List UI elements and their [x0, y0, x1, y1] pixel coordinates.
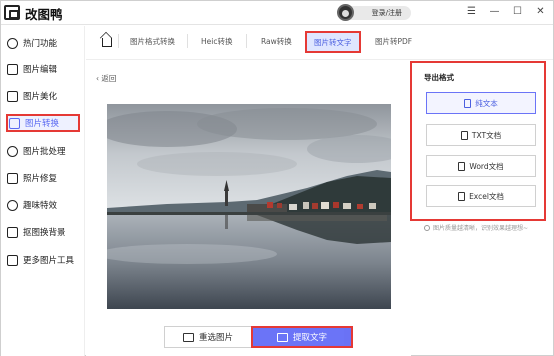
more-tools-icon — [7, 254, 18, 266]
tab-heic-convert[interactable]: Heic转换 — [201, 36, 232, 47]
sidebar-item-image-beautify[interactable]: 图片美化 — [7, 87, 57, 105]
image-edit-icon — [7, 63, 18, 75]
info-icon — [424, 224, 430, 231]
format-option-plain-text[interactable]: 纯文本 — [426, 92, 536, 114]
extract-icon — [276, 332, 288, 342]
reselect-image-button[interactable]: 重选图片 — [164, 326, 252, 348]
tab-raw-convert[interactable]: Raw转换 — [261, 36, 292, 47]
hot-icon — [7, 37, 18, 49]
format-option-label: Word文档 — [469, 161, 504, 171]
cutout-icon — [7, 226, 18, 238]
excel-file-icon — [458, 191, 466, 201]
app-title: 改图鸭 — [25, 7, 63, 22]
image-beautify-icon — [7, 90, 18, 102]
format-option-label: TXT文档 — [471, 130, 502, 140]
sidebar-item-hot[interactable]: 热门功能 — [7, 34, 57, 52]
quality-note-text: 图片质量越清晰，识别效果越理想~ — [433, 225, 529, 232]
user-avatar[interactable] — [337, 4, 354, 21]
sidebar-item-label: 图片转换 — [25, 119, 60, 129]
export-format-title: 导出格式 — [424, 73, 454, 82]
app-window: 改图鸭 登录/注册 ☰ — ☐ ✕ 热门功能 图片编辑 图片美化 图片转换 图片… — [0, 0, 554, 356]
format-option-word[interactable]: Word文档 — [426, 155, 536, 177]
sidebar-item-label: 图片美化 — [23, 92, 58, 102]
sidebar-item-image-edit[interactable]: 图片编辑 — [7, 60, 57, 78]
txt-file-icon — [460, 130, 468, 140]
tab-divider — [118, 34, 119, 48]
sidebar-item-photo-repair[interactable]: 照片修复 — [7, 169, 57, 187]
app-logo-icon — [4, 5, 20, 20]
sidebar-item-image-convert[interactable]: 图片转换 — [6, 114, 80, 132]
sidebar-item-label: 热门功能 — [23, 39, 58, 49]
extract-text-button[interactable]: 提取文字 — [251, 326, 353, 348]
sidebar-item-effects[interactable]: 趣味特效 — [7, 196, 57, 214]
effects-icon — [7, 199, 18, 211]
batch-icon — [7, 145, 18, 157]
window-controls: ☰ — ☐ ✕ — [465, 5, 547, 19]
sidebar: 热门功能 图片编辑 图片美化 图片转换 图片批处理 照片修复 趣味特效 抠图换背… — [1, 26, 85, 356]
format-option-label: Excel文档 — [469, 191, 504, 201]
export-format-panel: 导出格式 纯文本 TXT文档 Word文档 Excel文档 — [410, 61, 546, 221]
main-content: ‹ 返回 重选图片 提取文字 — [86, 61, 411, 356]
sidebar-item-batch[interactable]: 图片批处理 — [7, 142, 66, 160]
close-icon[interactable]: ✕ — [534, 5, 547, 19]
sidebar-item-label: 趣味特效 — [23, 201, 58, 211]
tab-image-to-pdf[interactable]: 图片转PDF — [375, 36, 412, 47]
reselect-label: 重选图片 — [198, 333, 233, 343]
text-icon — [464, 98, 472, 108]
tab-image-to-text[interactable]: 图片转文字 — [305, 31, 361, 53]
sidebar-item-label: 抠图换背景 — [23, 228, 66, 238]
image-icon — [182, 332, 194, 342]
home-icon[interactable] — [102, 38, 112, 47]
sidebar-item-more-tools[interactable]: 更多图片工具 — [7, 251, 74, 269]
sidebar-item-label: 图片批处理 — [23, 147, 66, 157]
extract-label: 提取文字 — [292, 333, 327, 343]
right-panel-background — [410, 223, 553, 356]
back-link[interactable]: ‹ 返回 — [96, 73, 116, 84]
sidebar-item-label: 图片编辑 — [23, 65, 58, 75]
maximize-icon[interactable]: ☐ — [511, 5, 524, 19]
photo-repair-icon — [7, 172, 18, 184]
sidebar-item-label: 更多图片工具 — [23, 256, 75, 266]
sidebar-item-cutout[interactable]: 抠图换背景 — [7, 223, 66, 241]
tab-divider — [187, 34, 188, 48]
menu-icon[interactable]: ☰ — [465, 5, 478, 19]
tab-image-format-convert[interactable]: 图片格式转换 — [130, 36, 175, 47]
word-file-icon — [458, 161, 466, 171]
tab-bar: 图片格式转换 Heic转换 Raw转换 图片转文字 图片转PDF — [86, 26, 553, 60]
tab-divider — [246, 34, 247, 48]
image-convert-icon — [9, 117, 20, 129]
format-option-txt[interactable]: TXT文档 — [426, 124, 536, 146]
sidebar-item-label: 照片修复 — [23, 174, 58, 184]
preview-image — [107, 104, 391, 309]
format-option-excel[interactable]: Excel文档 — [426, 185, 536, 207]
quality-note: 图片质量越清晰，识别效果越理想~ — [424, 223, 528, 232]
format-option-label: 纯文本 — [475, 98, 498, 108]
minimize-icon[interactable]: — — [488, 5, 501, 19]
back-label: 返回 — [101, 74, 117, 83]
title-bar: 改图鸭 登录/注册 ☰ — ☐ ✕ — [1, 1, 553, 25]
